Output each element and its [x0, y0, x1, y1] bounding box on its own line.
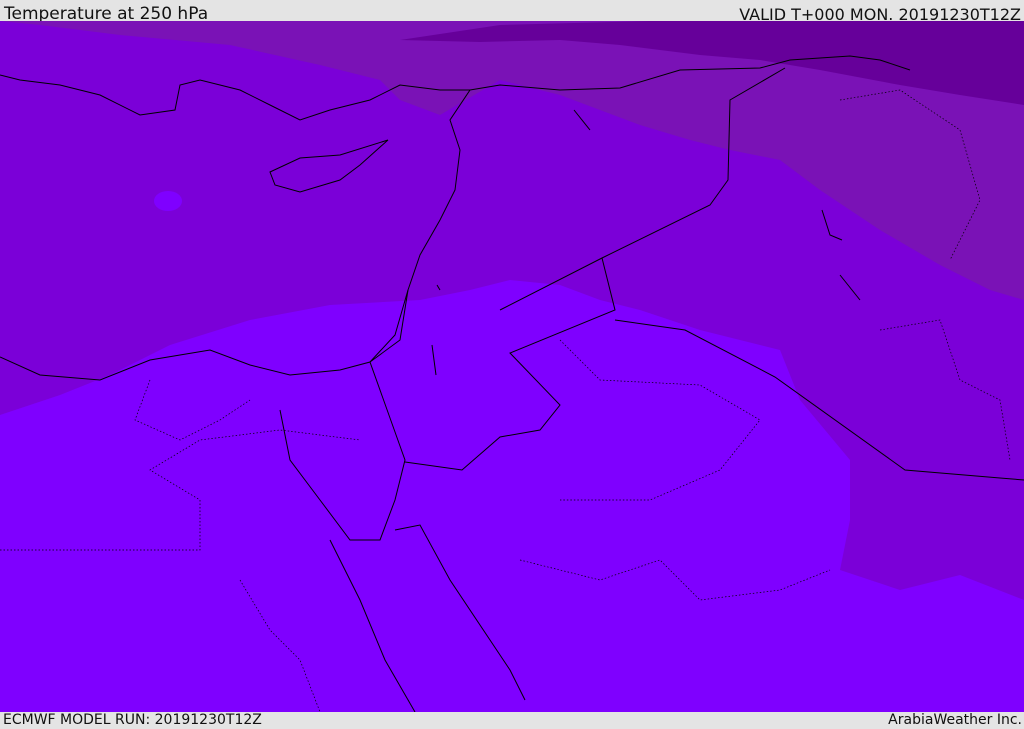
warm-spot [154, 191, 182, 211]
temperature-map [0, 21, 1024, 712]
credit: ArabiaWeather Inc. [888, 712, 1022, 728]
model-run: ECMWF MODEL RUN: 20191230T12Z [3, 712, 262, 728]
header-bar: Temperature at 250 hPa VALID T+000 MON. … [0, 0, 1024, 24]
footer-bar: ECMWF MODEL RUN: 20191230T12Z ArabiaWeat… [0, 712, 1024, 729]
